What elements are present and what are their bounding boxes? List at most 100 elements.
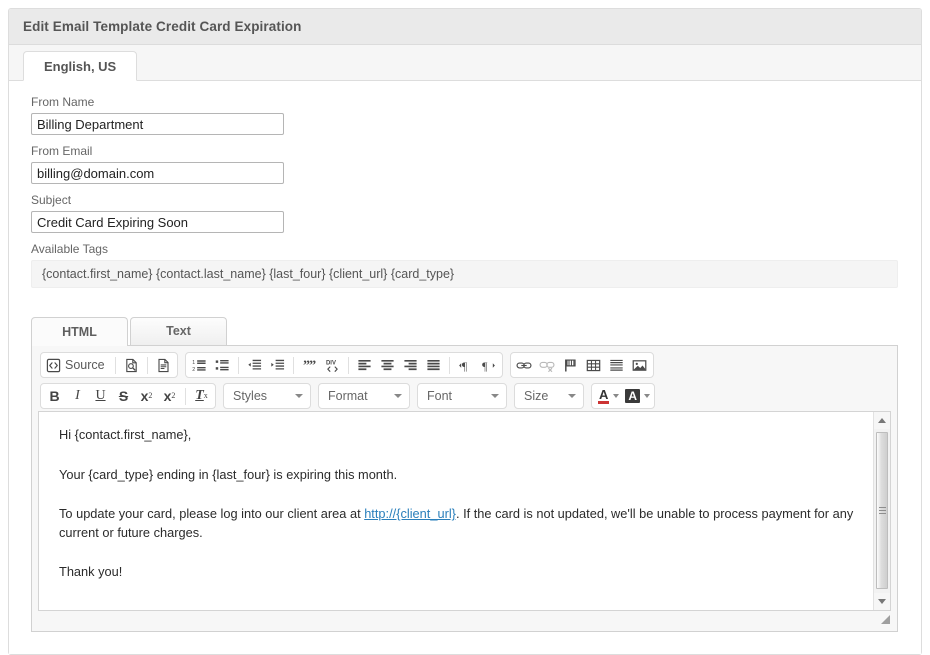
chevron-down-icon [644,394,651,398]
remove-format-mark: x [203,391,208,400]
svg-text:¶: ¶ [462,359,468,372]
remove-format-button[interactable]: Tx [190,385,213,407]
preview-button[interactable] [120,354,143,376]
tab-english-us[interactable]: English, US [23,51,138,81]
bulleted-list-icon [215,359,229,370]
bulleted-list-button[interactable] [211,354,234,376]
editor-editable-body[interactable]: Hi {contact.first_name}, Your {card_type… [39,412,890,610]
superscript-label: x [163,388,172,404]
page-title: Edit Email Template Credit Card Expirati… [23,19,302,34]
size-select-label: Size [524,389,549,403]
align-justify-icon [427,359,440,370]
source-button-label: Source [65,358,105,372]
panel-bottom-spacer [9,632,921,654]
toolbar-group-paragraph: 1 2 ” ” DIV ¶ ¶ [184,352,503,378]
tab-html[interactable]: HTML [31,317,128,346]
format-select[interactable]: Format [318,383,410,409]
size-select[interactable]: Size [514,383,584,409]
div-container-icon: DIV [326,360,338,372]
div-container-button[interactable]: DIV [321,354,344,376]
link-icon [516,362,532,368]
bold-button[interactable]: B [43,385,66,407]
direction-ltr-icon: ¶ [458,359,468,372]
svg-text:”: ” [309,358,316,373]
editor-bottom-bar [38,611,891,624]
editor-paragraph-2-before-link: To update your card, please log into our… [59,506,365,522]
align-center-icon [381,359,394,370]
client-url-link[interactable]: http://{client_url} [364,506,456,521]
svg-text:2: 2 [192,366,195,372]
align-center-button[interactable] [376,354,399,376]
templates-document-icon [158,358,169,372]
toolbar-separator [146,356,148,374]
align-right-icon [404,359,417,370]
ckeditor: Source 1 2 ” ” DIV ¶ ¶ B I U S x 2 x 2 T… [31,346,898,632]
superscript-button[interactable]: x2 [158,385,181,407]
background-color-button[interactable]: A [621,385,652,407]
font-select-label: Font [427,389,453,403]
editor-paragraph-1: Your {card_type} ending in {last_four} i… [59,466,398,482]
underline-label: U [95,388,106,403]
tab-html-label: HTML [62,325,97,339]
text-direction-ltr-button[interactable]: ¶ [454,354,477,376]
email-body-editor: HTML Text Source 1 2 ” ” DIV ¶ ¶ B I U S… [31,317,898,632]
editor-tabstrip: HTML Text [31,317,898,346]
scrollbar-up-arrow[interactable] [874,412,890,429]
align-left-button[interactable] [353,354,376,376]
chevron-down-icon [568,394,576,398]
svg-text:1: 1 [192,360,195,366]
numbered-list-icon: 1 2 [192,360,206,372]
increase-indent-button[interactable] [266,354,289,376]
available-tags-value: {contact.first_name} {contact.last_name}… [31,260,898,288]
format-select-label: Format [328,389,368,403]
table-icon [586,359,600,371]
decrease-indent-button[interactable] [243,354,266,376]
toolbar-group-insert [509,352,654,378]
source-code-icon [46,358,61,372]
templates-button[interactable] [152,354,175,376]
unlink-button[interactable] [536,354,559,376]
from-email-label: From Email [31,144,93,158]
scrollbar-thumb[interactable] [876,432,888,589]
chevron-down-icon [295,394,303,398]
text-direction-rtl-button[interactable]: ¶ [477,354,500,376]
toolbar-separator [292,356,294,374]
editor-content-area[interactable]: Hi {contact.first_name}, Your {card_type… [38,411,891,611]
from-name-input[interactable] [31,113,284,135]
link-button[interactable] [513,354,536,376]
italic-button[interactable]: I [66,385,89,407]
chevron-down-icon [491,394,499,398]
anchor-button[interactable] [559,354,582,376]
image-button[interactable] [628,354,651,376]
strikethrough-button[interactable]: S [112,385,135,407]
field-available-tags: Available Tags {contact.first_name} {con… [31,242,899,288]
from-email-input[interactable] [31,162,284,184]
align-right-button[interactable] [399,354,422,376]
page-root: Edit Email Template Credit Card Expirati… [0,0,930,655]
numbered-list-button[interactable]: 1 2 [188,354,211,376]
horizontal-rule-button[interactable] [605,354,628,376]
text-color-button[interactable]: A [594,385,621,407]
styles-select[interactable]: Styles [223,383,311,409]
toolbar-group-colors: A A [591,383,656,409]
editor-toolbox: Source 1 2 ” ” DIV ¶ ¶ B I U S x 2 x 2 T… [38,352,891,409]
editor-vertical-scrollbar[interactable] [873,412,890,610]
underline-button[interactable]: U [89,385,112,407]
svg-text:DIV: DIV [326,360,336,366]
align-left-icon [358,359,371,370]
table-button[interactable] [582,354,605,376]
editor-resize-handle[interactable] [881,615,890,624]
tab-text[interactable]: Text [130,317,227,345]
toolbar-group-document: Source [40,352,178,378]
subject-input[interactable] [31,211,284,233]
direction-rtl-icon: ¶ [482,359,495,372]
blockquote-button[interactable]: ” ” [298,354,321,376]
source-button[interactable]: Source [43,354,111,376]
background-color-label: A [625,389,641,403]
font-select[interactable]: Font [417,383,507,409]
toolbar-separator [185,387,186,405]
subscript-button[interactable]: x2 [135,385,158,407]
align-justify-button[interactable] [422,354,445,376]
scrollbar-down-arrow[interactable] [874,593,890,610]
toolbar-row-2: B I U S x 2 x 2 T x Styles Format Font S… [40,383,889,409]
